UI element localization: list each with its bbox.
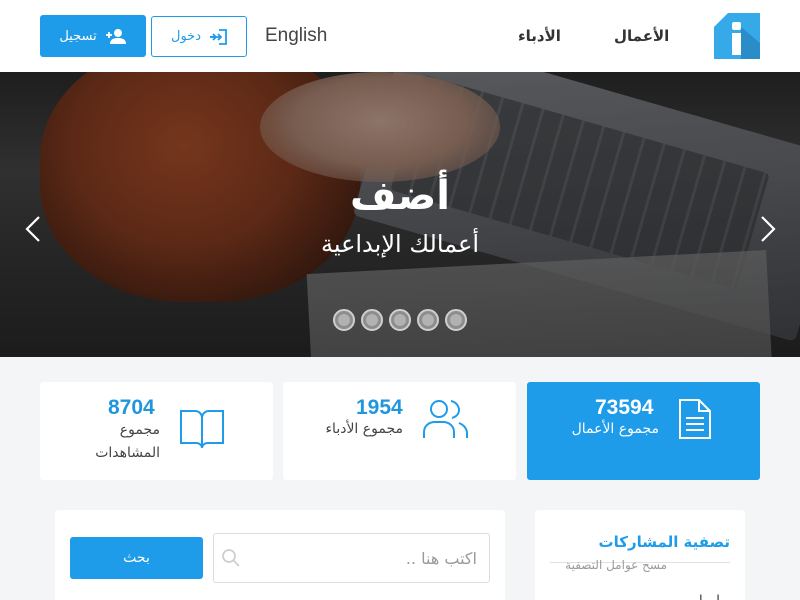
stat-writers-value: 1954 xyxy=(356,396,403,419)
stat-views-label-line2: المشاهدات xyxy=(95,445,160,461)
stat-card-views[interactable]: 8704 مجموع المشاهدات xyxy=(40,382,273,480)
hero-subtitle: أعمالك الإبداعية xyxy=(320,230,480,258)
chevron-right-icon[interactable] xyxy=(754,214,780,244)
carousel-dot[interactable] xyxy=(361,309,383,331)
stat-card-works[interactable]: 73594 مجموع الأعمال xyxy=(527,382,760,480)
document-icon xyxy=(679,399,711,439)
stat-works-label: مجموع الأعمال xyxy=(571,421,659,437)
add-user-icon xyxy=(105,29,126,44)
top-header: الأعمال الأدباء English دخول تسجيل xyxy=(0,0,800,72)
filter-panel: تصفية المشاركات مسح عوامل التصفية ا...ا xyxy=(535,510,745,600)
logo-fold xyxy=(714,13,728,27)
login-icon xyxy=(210,28,227,45)
language-switch[interactable]: English xyxy=(265,25,327,47)
carousel-dot[interactable] xyxy=(389,309,411,331)
nav-works[interactable]: الأعمال xyxy=(614,26,669,46)
open-book-icon xyxy=(180,410,224,449)
logo-shadow xyxy=(741,27,760,59)
stat-writers-label: مجموع الأدباء xyxy=(325,421,403,437)
carousel-dot[interactable] xyxy=(417,309,439,331)
carousel-dot[interactable] xyxy=(445,309,467,331)
logo-stem xyxy=(732,33,741,55)
carousel-dot[interactable] xyxy=(333,309,355,331)
hero-title: أضف xyxy=(350,173,450,219)
clear-filters-link[interactable]: مسح عوامل التصفية xyxy=(565,556,667,574)
register-label: تسجيل xyxy=(59,28,97,44)
stat-views-label-line1: مجموع xyxy=(119,422,160,438)
filter-option[interactable]: ا...ا xyxy=(699,592,720,600)
login-button[interactable]: دخول xyxy=(151,16,247,57)
search-icon xyxy=(222,549,240,567)
search-input[interactable] xyxy=(213,533,490,583)
filter-title: تصفية المشاركات xyxy=(598,533,730,551)
carousel-indicators xyxy=(333,309,469,331)
register-button[interactable]: تسجيل xyxy=(40,15,146,57)
site-logo[interactable] xyxy=(714,13,760,59)
logo-dot xyxy=(732,22,741,30)
chevron-left-icon[interactable] xyxy=(21,214,47,244)
search-button[interactable]: بحث xyxy=(70,537,203,579)
stat-card-writers[interactable]: 1954 مجموع الأدباء xyxy=(283,382,516,480)
users-icon xyxy=(423,400,468,438)
search-panel: بحث xyxy=(55,510,505,600)
stat-views-value: 8704 xyxy=(108,396,155,419)
stat-works-value: 73594 xyxy=(595,396,654,419)
login-label: دخول xyxy=(171,29,201,44)
nav-writers[interactable]: الأدباء xyxy=(518,26,561,46)
